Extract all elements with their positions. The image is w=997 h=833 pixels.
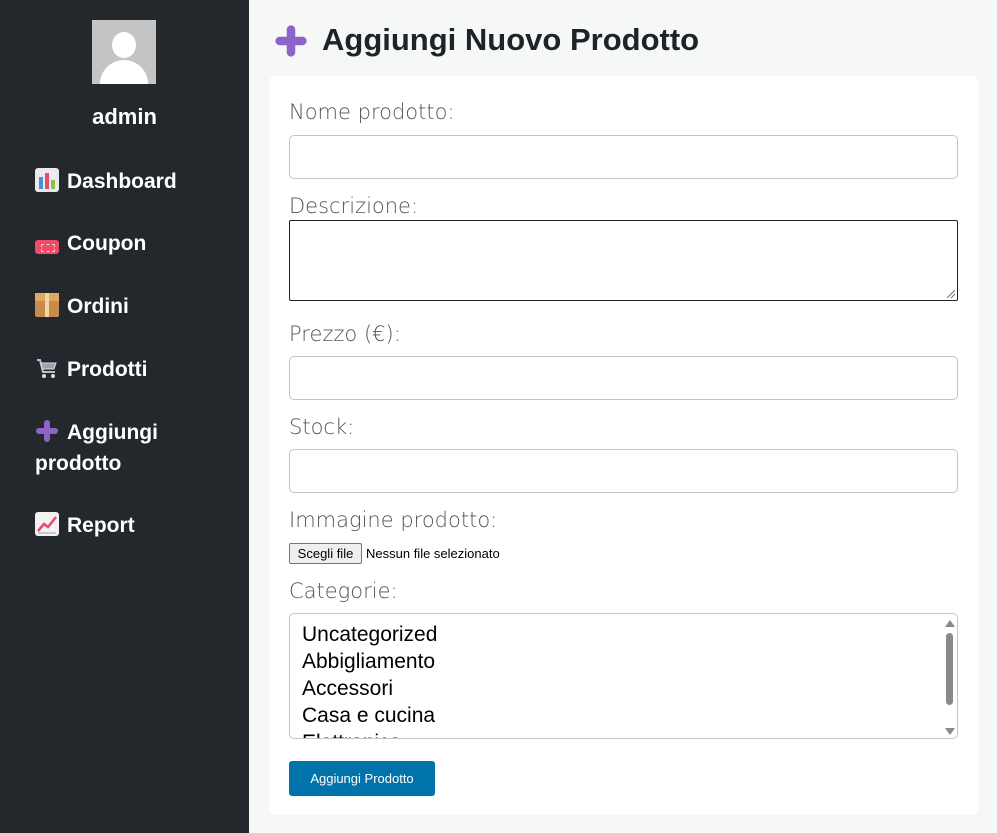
listbox-scrollbar[interactable] — [942, 615, 956, 737]
sidebar-item-prodotti[interactable]: Prodotti — [35, 354, 235, 385]
categories-label: Categorie: — [289, 579, 398, 603]
sidebar: admin Dashboard Coupon Ordini Prodotti A… — [0, 0, 249, 833]
username: admin — [92, 104, 157, 129]
category-option[interactable]: Accessori — [302, 677, 393, 701]
scroll-thumb[interactable] — [946, 633, 953, 705]
image-label: Immagine prodotto: — [289, 508, 498, 532]
package-icon — [35, 293, 59, 317]
description-label: Descrizione: — [289, 194, 419, 218]
sidebar-item-label: Ordini — [67, 295, 129, 318]
sidebar-item-ordini[interactable]: Ordini — [35, 291, 235, 322]
product-name-input[interactable] — [289, 135, 958, 179]
sidebar-item-coupon[interactable]: Coupon — [35, 228, 235, 259]
stock-input[interactable] — [289, 449, 958, 493]
avatar-head — [112, 32, 136, 58]
bar-chart-icon — [35, 168, 59, 192]
scroll-down-icon[interactable] — [945, 728, 955, 735]
sidebar-item-label: Dashboard — [67, 170, 177, 193]
plus-icon — [35, 419, 59, 443]
category-option[interactable]: Elettronica — [302, 731, 401, 738]
avatar-body — [100, 60, 148, 84]
resize-handle-icon[interactable] — [947, 290, 955, 298]
sidebar-item-label: Report — [67, 514, 135, 537]
shopping-cart-icon — [35, 356, 59, 380]
avatar — [92, 20, 156, 84]
sidebar-item-aggiungi-prodotto[interactable]: Aggiungi prodotto — [35, 417, 235, 479]
choose-file-button[interactable]: Scegli file — [289, 543, 362, 564]
plus-icon — [274, 24, 308, 58]
categories-listbox[interactable]: Uncategorized Abbigliamento Accessori Ca… — [289, 613, 958, 739]
scroll-up-icon[interactable] — [945, 620, 955, 627]
file-status-text: Nessun file selezionato — [366, 546, 500, 561]
price-input[interactable] — [289, 356, 958, 400]
price-label: Prezzo (€): — [289, 322, 401, 346]
category-option[interactable]: Casa e cucina — [302, 704, 435, 728]
category-option[interactable]: Abbigliamento — [302, 650, 435, 674]
sidebar-item-label: Prodotti — [67, 358, 148, 381]
add-product-button[interactable]: Aggiungi Prodotto — [289, 761, 435, 796]
category-option[interactable]: Uncategorized — [302, 623, 437, 647]
sidebar-item-dashboard[interactable]: Dashboard — [35, 166, 235, 197]
description-textarea[interactable] — [289, 220, 958, 301]
page-title: Aggiungi Nuovo Prodotto — [322, 22, 700, 57]
trending-chart-icon — [35, 512, 59, 536]
stock-label: Stock: — [289, 415, 355, 439]
name-label: Nome prodotto: — [289, 100, 455, 124]
ticket-icon — [35, 240, 59, 254]
sidebar-item-label: Coupon — [67, 232, 147, 255]
sidebar-item-report[interactable]: Report — [35, 510, 235, 541]
